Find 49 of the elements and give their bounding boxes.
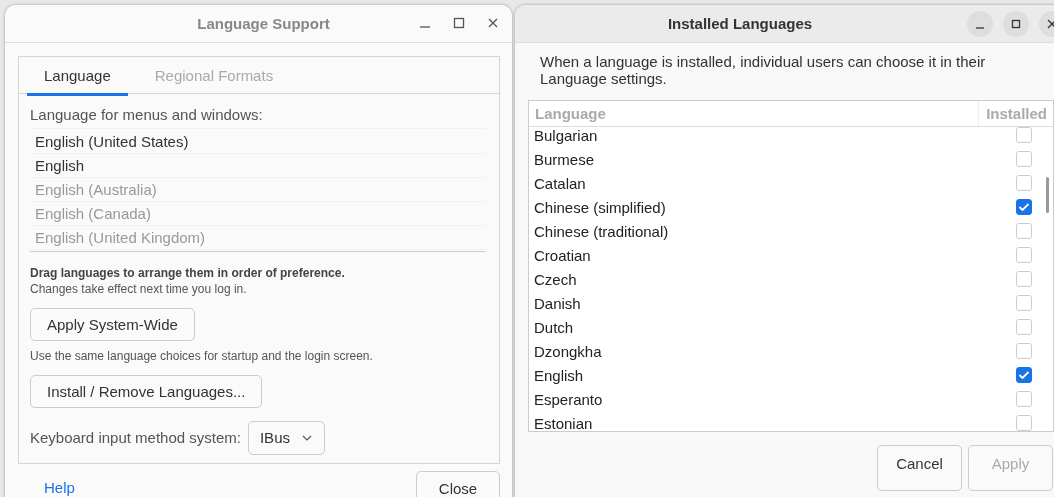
table-cell: Czech — [534, 270, 577, 288]
maximize-icon[interactable] — [1003, 11, 1029, 37]
note-text: Changes take effect next time you log in. — [30, 281, 248, 296]
table-cell: Croatian — [534, 246, 591, 264]
dialog-button[interactable]: Cancel — [877, 445, 962, 491]
window-title: Installed Languages — [667, 15, 813, 32]
table-cell: Danish — [534, 294, 581, 312]
checkbox[interactable] — [1016, 367, 1032, 383]
language-item[interactable]: English (United States) — [30, 129, 486, 154]
checkbox[interactable] — [1016, 391, 1032, 407]
list-label: Language for menus and windows: — [30, 105, 264, 125]
apply-system-wide-button[interactable]: Apply System-Wide — [30, 307, 195, 341]
checkbox[interactable] — [1016, 247, 1032, 263]
checkbox[interactable] — [1016, 175, 1032, 191]
table-cell: Catalan — [534, 174, 586, 192]
close-icon[interactable] — [486, 16, 500, 30]
checkbox[interactable] — [1016, 223, 1032, 239]
table-cell: Burmese — [534, 150, 595, 168]
table-cell: Dutch — [534, 318, 574, 336]
checkbox[interactable] — [1016, 151, 1032, 167]
window-title: Language Support — [197, 14, 330, 32]
input-method-label: Keyboard input method system: — [30, 429, 241, 447]
scrollbar[interactable] — [1046, 177, 1049, 213]
checkbox[interactable] — [1016, 295, 1032, 311]
description-text: When a language is installed, individual users can choose it in their Language settings. — [539, 52, 987, 87]
install-remove-button[interactable]: Install / Remove Languages... — [30, 374, 263, 408]
checkbox[interactable] — [1016, 319, 1032, 335]
note-text: Use the same language choices for startup and the login screen. — [30, 348, 374, 363]
close-button[interactable]: Close — [416, 471, 500, 497]
table-cell: Bulgarian — [534, 127, 598, 144]
table-cell: Dzongkha — [534, 342, 602, 360]
tab[interactable]: Language — [27, 56, 128, 96]
input-method-dropdown[interactable]: IBus — [247, 420, 325, 455]
table-cell: Chinese (traditional) — [534, 222, 669, 240]
language-item[interactable]: English — [30, 153, 486, 178]
minimize-icon[interactable] — [967, 11, 993, 37]
table-cell: Esperanto — [534, 390, 603, 408]
checkbox[interactable] — [1016, 415, 1032, 431]
chevron-down-icon[interactable] — [301, 434, 312, 441]
checkbox[interactable] — [1016, 343, 1032, 359]
help-link[interactable]: Help — [44, 479, 75, 496]
hint-text: Drag languages to arrange them in order of preference. — [30, 265, 346, 280]
table-cell: Chinese (simplified) — [534, 198, 666, 216]
checkbox[interactable] — [1016, 271, 1032, 287]
checkbox[interactable] — [1016, 199, 1032, 215]
table-cell: English — [534, 366, 584, 384]
table-cell: Estonian — [534, 414, 593, 431]
maximize-icon[interactable] — [452, 16, 466, 30]
checkbox[interactable] — [1016, 127, 1032, 143]
